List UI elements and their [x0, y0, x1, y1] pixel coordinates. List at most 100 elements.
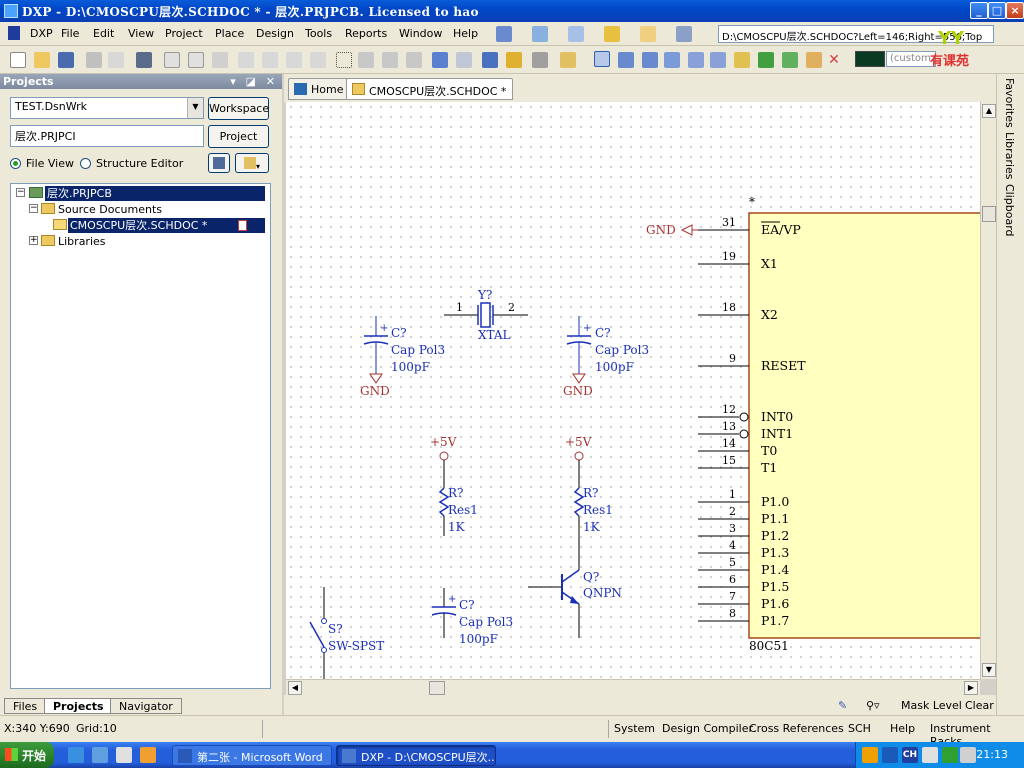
rubber-stamp-icon[interactable]	[310, 52, 326, 68]
crystal-y[interactable]: 1 2 Y? XTAL	[444, 288, 528, 342]
maximize-button[interactable]: □	[988, 2, 1006, 19]
desktop-icon[interactable]	[116, 747, 132, 763]
compile-button[interactable]	[208, 153, 230, 173]
resistor-1[interactable]: +5V R? Res1 1K	[430, 435, 478, 536]
select-area-icon[interactable]	[336, 52, 352, 68]
place-bus-icon[interactable]	[618, 52, 634, 68]
hierarchy-icon[interactable]	[482, 52, 498, 68]
workspace-button[interactable]: Workspace	[208, 97, 269, 120]
scroll-up-icon[interactable]: ▲	[982, 104, 996, 118]
place-part-icon[interactable]	[734, 52, 750, 68]
capacitor-2[interactable]: + GND C? Cap Pol3 100pF	[563, 316, 649, 398]
close-button[interactable]: ×	[1006, 2, 1024, 19]
redo-icon[interactable]	[456, 52, 472, 68]
ime-indicator[interactable]: CH	[902, 747, 918, 763]
volume-icon[interactable]	[960, 747, 976, 763]
print-preview-icon[interactable]	[108, 52, 124, 68]
cut-icon[interactable]	[238, 52, 254, 68]
minimize-button[interactable]: _	[970, 2, 988, 19]
project-button[interactable]: Project	[208, 125, 269, 148]
bus-tool-icon[interactable]	[532, 26, 548, 42]
open-icon[interactable]	[34, 52, 50, 68]
scroll-right-icon[interactable]: ▶	[964, 681, 978, 695]
collapse-icon[interactable]: −	[29, 204, 38, 213]
tab-clipboard[interactable]: Clipboard	[1003, 184, 1016, 237]
place-wire-icon[interactable]	[594, 51, 610, 67]
keyboard-icon[interactable]	[922, 747, 938, 763]
help-advisor-icon[interactable]	[560, 52, 576, 68]
vertical-scroll-thumb[interactable]	[982, 206, 996, 222]
grid-tool-icon[interactable]	[676, 26, 692, 42]
menu-reports[interactable]: Reports	[345, 27, 387, 40]
start-button[interactable]: 开始	[0, 742, 54, 768]
collapse-icon[interactable]: −	[16, 188, 25, 197]
tab-libraries[interactable]: Libraries	[1003, 132, 1016, 180]
workspace-select[interactable]: TEST.DsnWrk ▼	[10, 97, 204, 119]
scroll-down-icon[interactable]: ▼	[982, 663, 996, 677]
tray-app-icon[interactable]	[882, 747, 898, 763]
tree-item-schematic[interactable]: CMOSCPU层次.SCHDOC *	[68, 218, 265, 233]
menu-place[interactable]: Place	[215, 27, 244, 40]
horizontal-scroll-thumb[interactable]	[429, 681, 445, 695]
project-options-button[interactable]: ▾	[235, 153, 269, 173]
vcc-port-icon[interactable]	[710, 52, 726, 68]
menu-file[interactable]: File	[61, 27, 79, 40]
scroll-left-icon[interactable]: ◀	[288, 681, 302, 695]
task-dxp[interactable]: DXP - D:\CMOSCPU层次....	[336, 745, 496, 766]
gnd-port-ea[interactable]: GND	[646, 223, 698, 237]
deselect-icon[interactable]	[382, 52, 398, 68]
ground-tool-icon[interactable]	[568, 26, 584, 42]
sheet-symbol-icon[interactable]	[758, 52, 774, 68]
tab-home[interactable]: Home	[288, 78, 351, 100]
print-icon[interactable]	[86, 52, 102, 68]
tab-files[interactable]: Files	[4, 698, 47, 714]
undo-icon[interactable]	[432, 52, 448, 68]
menu-edit[interactable]: Edit	[93, 27, 114, 40]
panel-design-compiler[interactable]: Design Compiler	[662, 722, 753, 735]
menu-design[interactable]: Design	[256, 27, 294, 40]
new-icon[interactable]	[10, 52, 26, 68]
place-net-label-icon[interactable]	[664, 52, 680, 68]
project-field[interactable]: 层次.PRJPCI	[10, 125, 204, 147]
color-select[interactable]: (custom	[886, 51, 936, 67]
chevron-down-icon[interactable]: ▼	[187, 98, 203, 118]
mask-pen-icon[interactable]: ✎	[838, 699, 847, 712]
capacitor-1[interactable]: + GND C? Cap Pol3 100pF	[360, 316, 445, 398]
tray-app-icon[interactable]	[942, 747, 958, 763]
resistor-2[interactable]: +5V R? Res1 1K	[565, 435, 613, 570]
clear-filter-icon[interactable]	[406, 52, 422, 68]
port-tool-icon[interactable]	[640, 26, 656, 42]
tree-item-source-documents[interactable]: Source Documents	[58, 202, 162, 217]
menu-view[interactable]: View	[128, 27, 154, 40]
menu-project[interactable]: Project	[165, 27, 203, 40]
panel-help[interactable]: Help	[890, 722, 915, 735]
tab-projects[interactable]: Projects	[44, 698, 113, 714]
media-icon[interactable]	[140, 747, 156, 763]
clear-button[interactable]: Clear	[965, 699, 994, 712]
file-view-radio[interactable]	[10, 158, 21, 169]
panel-sch[interactable]: SCH	[848, 722, 871, 735]
place-bus-entry-icon[interactable]	[642, 52, 658, 68]
paste-icon[interactable]	[286, 52, 302, 68]
place-port-icon[interactable]	[806, 52, 822, 68]
transistor-q[interactable]: Q? QNPN	[528, 569, 622, 638]
tab-schematic[interactable]: CMOSCPU层次.SCHDOC *	[346, 78, 514, 100]
tree-item-libraries[interactable]: Libraries	[58, 234, 106, 249]
panel-controls[interactable]: ▾ ◪ ✕	[230, 74, 278, 89]
tree-item-project[interactable]: 层次.PRJPCB	[45, 186, 265, 201]
tab-navigator[interactable]: Navigator	[110, 698, 182, 714]
vertical-scrollbar[interactable]: ▲ ▼	[980, 102, 996, 679]
color-swatch[interactable]	[855, 51, 885, 67]
no-erc-icon[interactable]: ✕	[826, 52, 842, 68]
switch-s[interactable]: S? SW-SPST	[309, 587, 384, 679]
sheet-entry-icon[interactable]	[782, 52, 798, 68]
ie-icon[interactable]	[68, 747, 84, 763]
capacitor-3[interactable]: + C? Cap Pol3 100pF	[431, 588, 513, 646]
save-icon[interactable]	[58, 52, 74, 68]
expand-icon[interactable]: +	[29, 236, 38, 245]
outlook-icon[interactable]	[92, 747, 108, 763]
zoom-all-icon[interactable]	[164, 52, 180, 68]
mask-level-button[interactable]: Mask Level	[901, 699, 962, 712]
layers-icon[interactable]	[136, 52, 152, 68]
filter-icon[interactable]: ⚲▿	[866, 699, 880, 712]
